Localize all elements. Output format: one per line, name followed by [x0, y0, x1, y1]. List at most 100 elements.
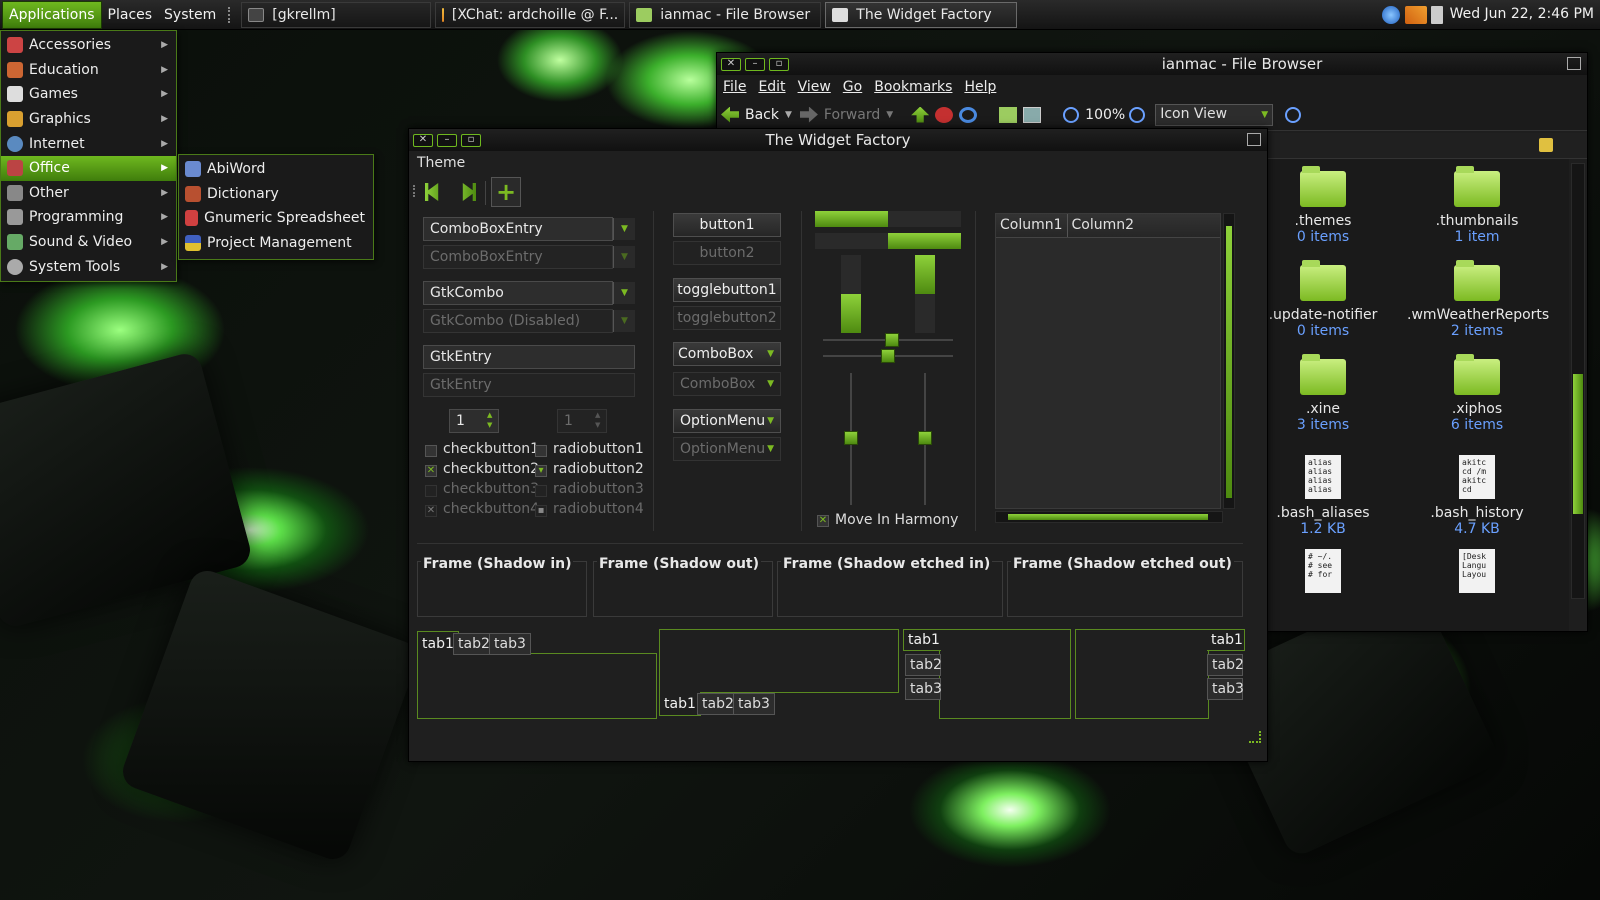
folder-item[interactable]: .wmWeatherReports 2 items	[1407, 260, 1549, 339]
task-widget-factory[interactable]: The Widget Factory	[825, 1, 1018, 28]
tab-1[interactable]: tab1	[659, 692, 701, 716]
column-header-2[interactable]: Column2	[1068, 214, 1139, 237]
file-item[interactable]: # ~/. # see # for	[1253, 549, 1393, 599]
chevron-down-icon[interactable]: ▼	[613, 282, 635, 304]
applications-menu[interactable]: Applications	[2, 0, 102, 29]
checkbox-2[interactable]: ✕	[425, 465, 437, 477]
clock[interactable]: Wed Jun 22, 2:46 PM	[1450, 6, 1594, 22]
togglebutton1[interactable]: togglebutton1	[673, 278, 781, 302]
zoom-out-icon[interactable]	[1063, 106, 1080, 123]
maximize-icon[interactable]: ▫	[769, 57, 789, 71]
slider-handle[interactable]	[918, 431, 932, 445]
maximize-icon[interactable]: ▫	[461, 133, 481, 147]
combobox[interactable]: ComboBox ▼	[673, 342, 781, 366]
hscale-1[interactable]	[823, 333, 953, 347]
tree-view[interactable]: Column1 Column2	[995, 213, 1221, 509]
home-icon[interactable]	[999, 106, 1018, 123]
menu-item-accessories[interactable]: Accessories ▶	[1, 33, 176, 58]
menu-item-graphics[interactable]: Graphics ▶	[1, 107, 176, 132]
menu-item-sound-video[interactable]: Sound & Video ▶	[1, 230, 176, 255]
task-gkrellm[interactable]: [gkrellm]	[241, 1, 432, 28]
spin-arrows-icon[interactable]: ▲ ▼	[487, 410, 492, 430]
resize-grip-icon[interactable]	[1249, 731, 1261, 743]
add-icon[interactable]: +	[491, 177, 521, 207]
menu-file[interactable]: File	[723, 79, 746, 95]
menu-theme[interactable]: Theme	[417, 155, 465, 171]
menu-view[interactable]: View	[798, 79, 831, 95]
folder-item[interactable]: .themes 0 items	[1253, 166, 1393, 245]
scrollbar-thumb[interactable]	[1008, 514, 1208, 520]
stop-icon[interactable]	[935, 106, 954, 123]
menu-item-education[interactable]: Education ▶	[1, 58, 176, 83]
forward-button[interactable]: Forward ▼	[799, 106, 893, 123]
submenu-item-dictionary[interactable]: Dictionary	[179, 182, 373, 207]
close-icon[interactable]: ✕	[413, 133, 433, 147]
menu-item-internet[interactable]: Internet ▶	[1, 131, 176, 156]
radio-1[interactable]	[535, 445, 547, 457]
folder-item[interactable]: .xiphos 6 items	[1407, 354, 1547, 433]
hscale-2[interactable]	[823, 349, 953, 363]
vertical-scrollbar[interactable]	[1571, 163, 1585, 599]
slider-handle[interactable]	[844, 431, 858, 445]
reload-icon[interactable]	[959, 106, 978, 123]
zoom-in-icon[interactable]	[1129, 106, 1146, 123]
task-file-browser[interactable]: ianmac - File Browser	[629, 1, 822, 28]
window-menu-icon[interactable]	[1247, 133, 1261, 146]
clipboard-icon[interactable]	[1431, 6, 1443, 24]
go-last-icon[interactable]	[462, 183, 476, 201]
window-menu-icon[interactable]	[1567, 57, 1581, 70]
move-harmony-checkbox[interactable]: ✕	[817, 515, 829, 527]
scrollbar-thumb[interactable]	[1573, 374, 1583, 514]
menu-item-programming[interactable]: Programming ▶	[1, 205, 176, 230]
tab-3[interactable]: tab3	[489, 633, 531, 655]
vscale-1[interactable]	[844, 373, 858, 505]
button1[interactable]: button1	[673, 213, 781, 237]
vscale-2[interactable]	[918, 373, 932, 505]
slider-handle[interactable]	[885, 333, 899, 347]
tab-1[interactable]: tab1	[1207, 629, 1245, 651]
menu-item-games[interactable]: Games ▶	[1, 82, 176, 107]
widget-factory-titlebar[interactable]: ✕ – ▫ The Widget Factory	[409, 129, 1267, 151]
back-button[interactable]: Back ▼	[721, 106, 792, 123]
checkbox-1[interactable]	[425, 445, 437, 457]
file-item[interactable]: akitc cd /m akitc cd .bash_history 4.7 KB	[1407, 455, 1547, 537]
chevron-down-icon[interactable]: ▼	[613, 218, 635, 240]
tab-2[interactable]: tab2	[905, 654, 942, 676]
tab-3[interactable]: tab3	[905, 678, 942, 700]
tree-hscrollbar[interactable]	[995, 511, 1223, 523]
gtk-combo[interactable]: GtkCombo	[423, 281, 613, 305]
file-browser-titlebar[interactable]: ✕ – ▫ ianmac - File Browser	[717, 53, 1587, 75]
go-first-icon[interactable]	[425, 183, 439, 201]
file-item[interactable]: alias alias alias alias .bash_aliases 1.2 …	[1253, 455, 1393, 537]
clear-icon[interactable]	[1539, 138, 1553, 152]
folder-item[interactable]: .thumbnails 1 item	[1407, 166, 1547, 245]
search-icon[interactable]	[1285, 106, 1302, 123]
system-menu[interactable]: System	[158, 1, 222, 29]
chevron-down-icon[interactable]: ▼	[886, 110, 893, 120]
folder-item[interactable]: .update-notifier 0 items	[1253, 260, 1393, 339]
combo-box-entry[interactable]: ComboBoxEntry	[423, 217, 613, 241]
menu-go[interactable]: Go	[843, 79, 862, 95]
menu-bookmarks[interactable]: Bookmarks	[874, 79, 952, 95]
gtk-entry[interactable]: GtkEntry	[423, 345, 635, 369]
file-item[interactable]: [Desk Langu Layou	[1407, 549, 1547, 599]
toolbar-handle[interactable]	[413, 185, 417, 197]
submenu-item-project-management[interactable]: Project Management	[179, 231, 373, 256]
computer-icon[interactable]	[1023, 106, 1042, 123]
tab-2[interactable]: tab2	[1207, 654, 1244, 676]
chevron-down-icon[interactable]: ▼	[785, 110, 792, 120]
scrollbar-thumb[interactable]	[1226, 226, 1232, 498]
places-menu[interactable]: Places	[102, 1, 159, 29]
menu-edit[interactable]: Edit	[758, 79, 785, 95]
minimize-icon[interactable]: –	[745, 57, 765, 71]
chat-icon[interactable]	[1405, 6, 1427, 24]
view-mode-select[interactable]: Icon View ▼	[1155, 103, 1274, 126]
minimize-icon[interactable]: –	[437, 133, 457, 147]
task-xchat[interactable]: [XChat: ardchoille @ F...	[435, 1, 626, 28]
menu-item-office[interactable]: Office ▶	[1, 155, 176, 181]
tree-vscrollbar[interactable]	[1223, 213, 1235, 509]
network-icon[interactable]	[1382, 6, 1400, 24]
menu-item-other[interactable]: Other ▶	[1, 181, 176, 206]
tab-3[interactable]: tab3	[733, 693, 775, 715]
menu-help[interactable]: Help	[964, 79, 996, 95]
